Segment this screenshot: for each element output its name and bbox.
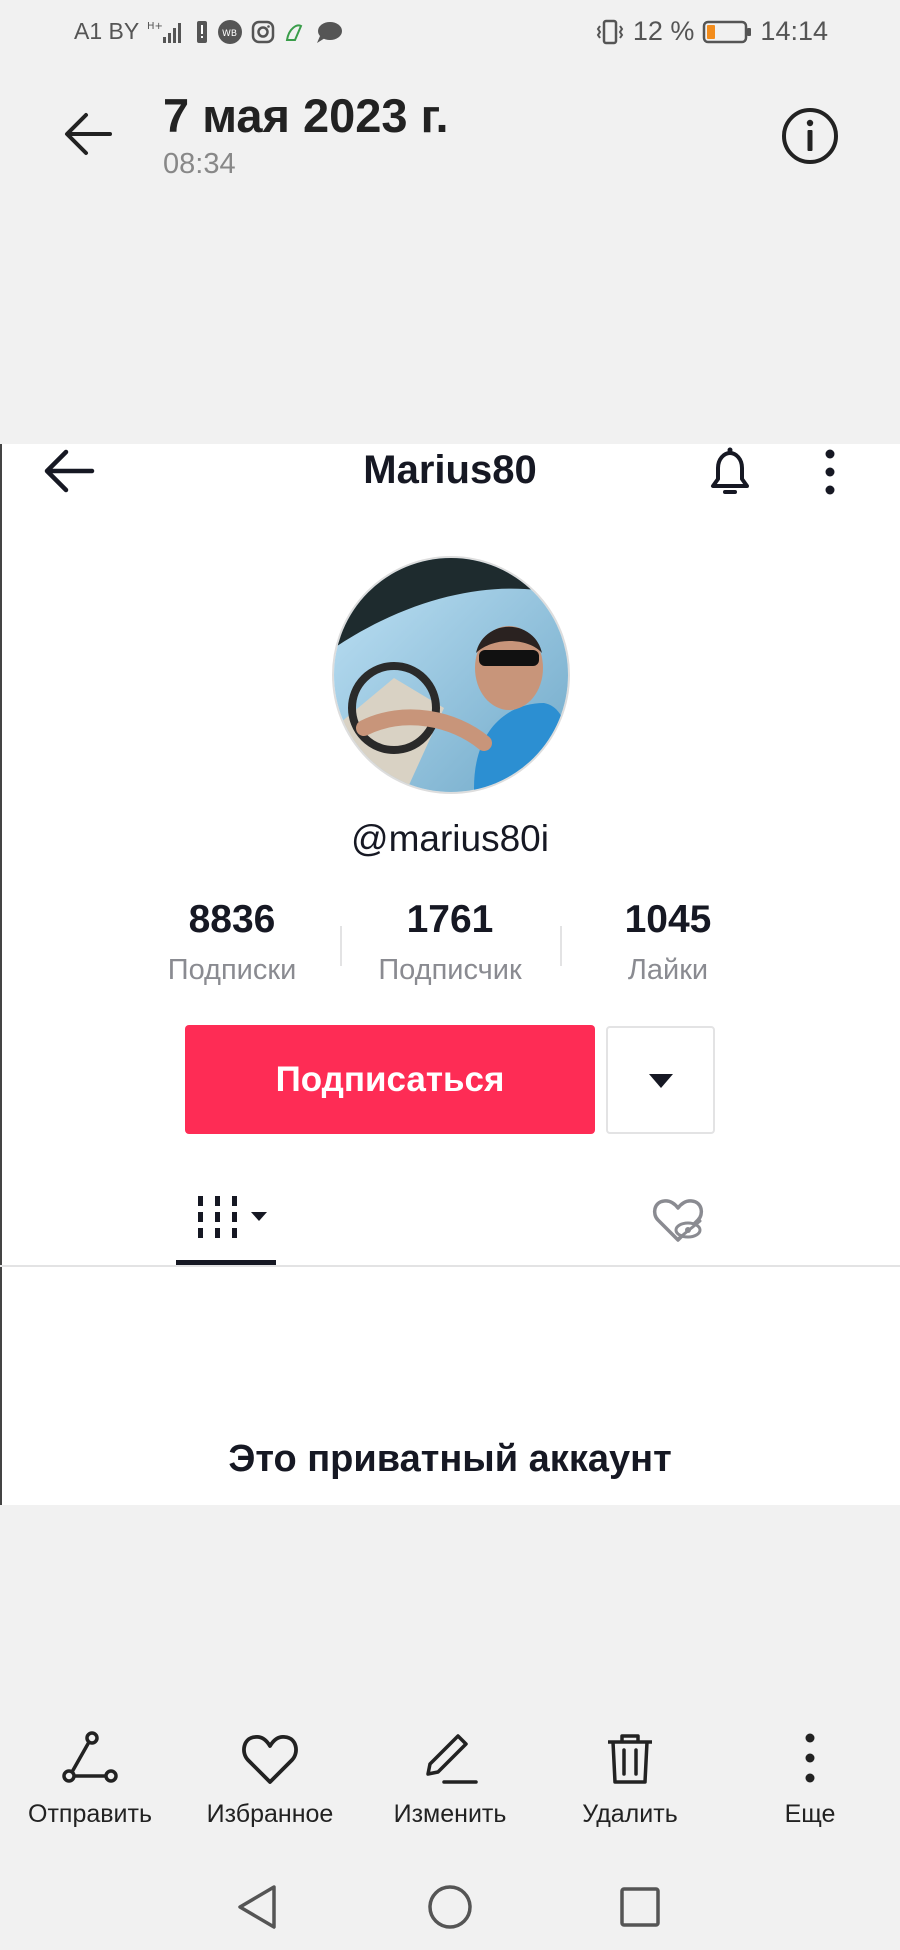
chat-icon	[317, 21, 343, 43]
stat-likes-label: Лайки	[627, 954, 709, 986]
more-label: Еще	[784, 1800, 836, 1828]
edit-button[interactable]: Изменить	[360, 1730, 540, 1829]
delete-label: Удалить	[582, 1800, 678, 1828]
status-right: 12 % 14:14	[595, 16, 828, 47]
edit-label: Изменить	[393, 1800, 507, 1828]
trash-icon	[608, 1734, 652, 1784]
wb-icon: WB	[218, 19, 243, 44]
svg-text:WB: WB	[222, 29, 237, 39]
private-account-message: Это приватный аккаунт	[228, 1438, 672, 1480]
photo-date: 7 мая 2023 г.	[163, 89, 449, 142]
app-icon	[286, 24, 303, 41]
alert-icon	[197, 20, 208, 43]
stat-likes: 1045 Лайки	[573, 898, 763, 987]
delete-button[interactable]: Удалить	[540, 1730, 720, 1829]
stat-following-value: 8836	[188, 898, 276, 941]
stat-likes-value: 1045	[624, 898, 712, 941]
stat-divider	[340, 926, 342, 966]
bell-icon[interactable]	[705, 444, 755, 500]
stat-followers-value: 1761	[406, 898, 494, 941]
heart-icon	[242, 1734, 298, 1784]
profile-name: Marius80	[363, 448, 537, 492]
edit-icon	[426, 1734, 478, 1784]
more-vertical-icon	[805, 1733, 815, 1783]
stat-followers[interactable]: 1761 Подписчик	[355, 898, 545, 987]
profile-handle: @marius80i	[351, 818, 549, 859]
share-button[interactable]: Отправить	[0, 1730, 180, 1829]
stat-following-label: Подписки	[167, 954, 297, 986]
tab-bar-divider	[0, 1265, 900, 1267]
battery-icon	[703, 20, 752, 43]
back-arrow-icon[interactable]	[58, 104, 118, 164]
status-left: A1 BY H+ WB	[74, 18, 343, 45]
avatar-photo	[334, 558, 568, 792]
share-icon	[62, 1731, 118, 1783]
nav-back-icon[interactable]	[228, 1877, 288, 1937]
more-options-icon[interactable]	[815, 446, 845, 502]
nav-home-icon[interactable]	[420, 1877, 480, 1937]
vibrate-icon	[596, 19, 624, 44]
carrier-label: A1 BY	[74, 18, 140, 44]
favorite-button[interactable]: Избранное	[180, 1730, 360, 1829]
nav-recents-icon[interactable]	[610, 1877, 670, 1937]
caret-down-icon	[649, 1074, 673, 1088]
suggested-accounts-button[interactable]	[606, 1026, 715, 1134]
follow-button[interactable]: Подписаться	[185, 1025, 595, 1134]
share-label: Отправить	[28, 1800, 152, 1828]
clock: 14:14	[760, 16, 828, 46]
stat-followers-label: Подписчик	[378, 954, 522, 986]
instagram-icon	[251, 20, 275, 43]
favorite-label: Избранное	[206, 1800, 334, 1828]
svg-text:H+: H+	[147, 21, 163, 32]
photo-time: 08:34	[163, 148, 236, 180]
battery-percent: 12 %	[632, 16, 695, 46]
stat-divider	[560, 926, 562, 966]
info-icon[interactable]	[780, 106, 840, 166]
more-button[interactable]: Еще	[720, 1730, 900, 1829]
status-bar: A1 BY H+ WB 12 % 14:14	[0, 0, 900, 66]
videos-grid-tab-icon[interactable]	[176, 1188, 276, 1268]
avatar[interactable]	[332, 556, 570, 794]
liked-hidden-tab-icon[interactable]	[650, 1192, 706, 1248]
stat-following[interactable]: 8836 Подписки	[137, 898, 327, 987]
signal-icon: H+	[147, 21, 182, 43]
